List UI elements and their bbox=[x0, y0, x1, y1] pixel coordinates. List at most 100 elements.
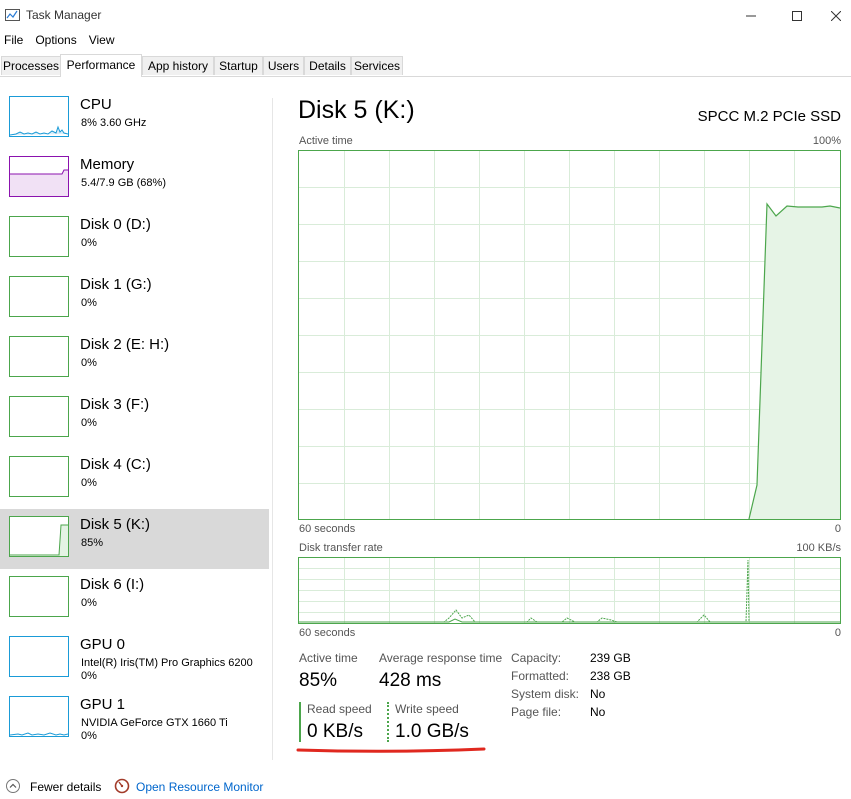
formatted-label: Formatted: bbox=[511, 669, 570, 683]
sidebar-item-detail: 0% bbox=[81, 357, 97, 369]
sidebar-item-cpu[interactable]: CPU 8% 3.60 GHz bbox=[0, 89, 269, 149]
active-time-chart bbox=[299, 151, 841, 520]
sidebar-item-name: Disk 4 (C:) bbox=[80, 456, 151, 473]
memory-thumbnail-graph bbox=[9, 156, 69, 197]
sidebar-item-name: GPU 1 bbox=[80, 696, 126, 713]
active-time-graph-max: 100% bbox=[812, 135, 841, 147]
pane-divider[interactable] bbox=[272, 98, 273, 760]
sidebar-item-name: Disk 5 (K:) bbox=[80, 516, 151, 533]
read-speed-marker bbox=[299, 702, 301, 742]
transfer-rate-graph-label: Disk transfer rate bbox=[299, 542, 383, 554]
sidebar-item-disk-5[interactable]: Disk 5 (K:) 85% bbox=[0, 509, 269, 569]
sidebar-item-name: Disk 2 (E: H:) bbox=[80, 336, 170, 353]
disk-thumbnail-graph bbox=[9, 276, 69, 317]
tab-performance[interactable]: Performance bbox=[60, 54, 142, 77]
active-time-value: 85% bbox=[299, 670, 338, 691]
window-title: Task Manager bbox=[26, 8, 102, 22]
sidebar-item-name: GPU 0 bbox=[80, 636, 126, 653]
menu-view[interactable]: View bbox=[85, 31, 119, 51]
sidebar-item-detail: 0% bbox=[81, 477, 97, 489]
sidebar-item-detail: 5.4/7.9 GB (68%) bbox=[81, 177, 166, 189]
minimize-button[interactable] bbox=[728, 0, 774, 31]
sidebar-item-disk-1[interactable]: Disk 1 (G:) 0% bbox=[0, 269, 269, 329]
disk-thumbnail-graph bbox=[9, 576, 69, 617]
sidebar-item-detail: 85% bbox=[81, 537, 104, 549]
tab-bar: Processes Performance App history Startu… bbox=[0, 54, 851, 77]
sidebar-item-detail: 0% bbox=[81, 597, 97, 609]
sidebar-item-gpu-1[interactable]: GPU 1 NVIDIA GeForce GTX 1660 Ti 0% bbox=[0, 689, 269, 749]
tab-app-history[interactable]: App history bbox=[142, 56, 214, 75]
sidebar-item-detail: NVIDIA GeForce GTX 1660 Ti bbox=[81, 717, 228, 729]
transfer-rate-graph-max: 100 KB/s bbox=[796, 542, 841, 554]
read-speed-value: 0 KB/s bbox=[307, 721, 363, 742]
sidebar-item-gpu-0[interactable]: GPU 0 Intel(R) Iris(TM) Pro Graphics 620… bbox=[0, 629, 269, 689]
active-time-label: Active time bbox=[299, 651, 358, 665]
sidebar-item-name: Disk 3 (F:) bbox=[80, 396, 150, 413]
sidebar-item-disk-2[interactable]: Disk 2 (E: H:) 0% bbox=[0, 329, 269, 389]
sidebar-item-detail: 0% bbox=[81, 297, 97, 309]
sidebar-item-usage: 0% bbox=[81, 670, 97, 682]
active-time-graph-min: 0 bbox=[834, 523, 841, 535]
disk-thumbnail-graph bbox=[9, 456, 69, 497]
write-speed-label: Write speed bbox=[395, 702, 459, 716]
sidebar-item-detail: Intel(R) Iris(TM) Pro Graphics 6200 bbox=[81, 657, 253, 669]
transfer-rate-graph bbox=[298, 557, 841, 624]
transfer-rate-graph-duration: 60 seconds bbox=[299, 627, 356, 639]
sidebar-item-name: Disk 0 (D:) bbox=[80, 216, 151, 233]
resource-monitor-icon bbox=[114, 778, 130, 794]
red-underline-annotation bbox=[296, 747, 486, 753]
write-speed-value: 1.0 GB/s bbox=[395, 721, 469, 742]
active-time-graph-label: Active time bbox=[299, 135, 353, 147]
tab-details[interactable]: Details bbox=[304, 56, 351, 75]
sidebar-item-name: Memory bbox=[80, 156, 135, 173]
menu-file[interactable]: File bbox=[0, 31, 27, 51]
disk-thumbnail-graph bbox=[9, 516, 69, 557]
footer-bar: Fewer details Open Resource Monitor bbox=[0, 774, 851, 799]
title-bar: Task Manager bbox=[0, 0, 851, 31]
system-disk-value: No bbox=[590, 687, 606, 701]
sidebar-item-name: CPU bbox=[80, 96, 112, 113]
tab-services[interactable]: Services bbox=[351, 56, 403, 75]
disk-thumbnail-graph bbox=[9, 396, 69, 437]
system-disk-label: System disk: bbox=[511, 687, 580, 701]
formatted-value: 238 GB bbox=[590, 669, 631, 683]
sidebar-item-disk-0[interactable]: Disk 0 (D:) 0% bbox=[0, 209, 269, 269]
page-file-label: Page file: bbox=[511, 705, 562, 719]
chevron-up-icon bbox=[6, 779, 20, 793]
sidebar-item-detail: 0% bbox=[81, 237, 97, 249]
read-speed-label: Read speed bbox=[307, 702, 372, 716]
sidebar-item-usage: 0% bbox=[81, 730, 97, 742]
page-title: Disk 5 (K:) bbox=[298, 96, 415, 124]
active-time-graph-duration: 60 seconds bbox=[299, 523, 356, 535]
tab-users[interactable]: Users bbox=[263, 56, 304, 75]
menu-options[interactable]: Options bbox=[31, 31, 80, 51]
close-button[interactable] bbox=[820, 0, 851, 31]
page-file-value: No bbox=[590, 705, 606, 719]
task-manager-icon bbox=[5, 9, 20, 21]
sidebar-item-detail: 8% 3.60 GHz bbox=[81, 117, 147, 129]
resource-list: CPU 8% 3.60 GHz Memory 5.4/7.9 GB (68%) … bbox=[0, 89, 270, 761]
maximize-icon bbox=[792, 10, 802, 21]
capacity-label: Capacity: bbox=[511, 651, 562, 665]
cpu-thumbnail-graph bbox=[9, 96, 69, 137]
open-resource-monitor-link[interactable]: Open Resource Monitor bbox=[136, 780, 263, 794]
sidebar-item-memory[interactable]: Memory 5.4/7.9 GB (68%) bbox=[0, 149, 269, 209]
tab-processes[interactable]: Processes bbox=[1, 56, 61, 75]
write-speed-marker bbox=[387, 702, 389, 742]
avg-response-value: 428 ms bbox=[379, 670, 442, 691]
gpu-thumbnail-graph bbox=[9, 636, 69, 677]
transfer-rate-graph-min: 0 bbox=[834, 627, 841, 639]
capacity-value: 239 GB bbox=[590, 651, 631, 665]
disk-model: SPCC M.2 PCIe SSD bbox=[697, 108, 841, 125]
sidebar-item-name: Disk 6 (I:) bbox=[80, 576, 145, 593]
close-icon bbox=[830, 10, 841, 21]
sidebar-item-disk-3[interactable]: Disk 3 (F:) 0% bbox=[0, 389, 269, 449]
sidebar-item-disk-6[interactable]: Disk 6 (I:) 0% bbox=[0, 569, 269, 629]
transfer-rate-chart bbox=[299, 558, 840, 623]
menu-bar: File Options View bbox=[0, 31, 123, 51]
sidebar-item-disk-4[interactable]: Disk 4 (C:) 0% bbox=[0, 449, 269, 509]
tab-startup[interactable]: Startup bbox=[214, 56, 263, 75]
active-time-graph bbox=[298, 150, 841, 520]
fewer-details-label: Fewer details bbox=[30, 780, 102, 794]
maximize-button[interactable] bbox=[774, 0, 820, 31]
